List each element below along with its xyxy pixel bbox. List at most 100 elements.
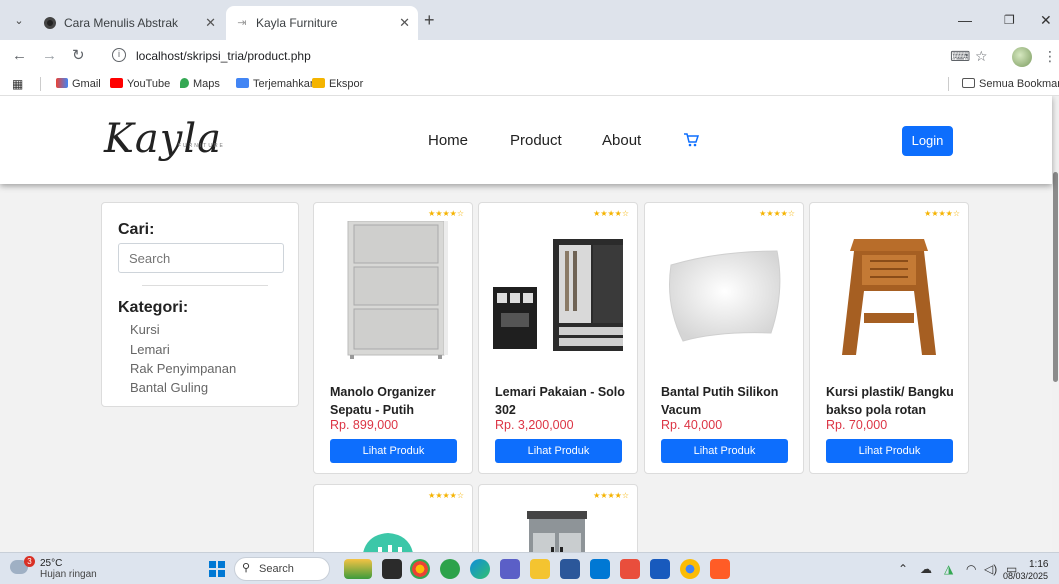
outlook-icon[interactable] — [590, 559, 610, 579]
bookmarks-bar: ▦ Gmail YouTube Maps Terjemahkan Ekspor … — [0, 72, 1059, 96]
reload-icon[interactable]: ↻ — [72, 46, 85, 66]
login-button[interactable]: Login — [902, 126, 953, 156]
bookmark-youtube[interactable]: YouTube — [110, 76, 170, 92]
rating-stars: ★★★★☆ — [759, 209, 795, 218]
product-card: ★★★★☆ — [313, 484, 473, 552]
bookmark-terjemahkan[interactable]: Terjemahkan — [236, 76, 316, 92]
close-tab-icon[interactable]: ✕ — [399, 6, 410, 40]
sublime-icon[interactable] — [710, 559, 730, 579]
restore-icon[interactable]: ❐ — [1004, 10, 1015, 30]
product-name[interactable]: Kursi plastik/ Bangku bakso pola rotan — [826, 383, 958, 419]
teams-icon[interactable] — [500, 559, 520, 579]
product-image[interactable] — [824, 221, 954, 359]
rating-stars: ★★★★☆ — [428, 491, 464, 500]
tab-kayla-furniture[interactable]: ⇥ Kayla Furniture ✕ — [226, 6, 418, 40]
tab-favicon-icon: ⇥ — [237, 17, 247, 29]
maps-pin-icon — [180, 78, 189, 88]
site-navbar: Kayla FURNITURE Home Product About Login — [0, 96, 1052, 184]
back-arrow-icon[interactable]: ← — [12, 46, 27, 66]
bookmark-divider — [40, 77, 41, 91]
store-icon[interactable] — [560, 559, 580, 579]
all-bookmarks-button[interactable]: Semua Bookmark — [962, 76, 1059, 92]
weather-badge: 3 — [24, 556, 35, 567]
profile-avatar[interactable] — [1012, 47, 1032, 67]
close-window-icon[interactable]: ✕ — [1040, 10, 1052, 30]
bookmark-maps[interactable]: Maps — [180, 76, 220, 92]
product-image[interactable] — [493, 503, 623, 552]
category-rak-penyimpanan[interactable]: Rak Penyimpanan — [130, 361, 236, 376]
product-price: Rp. 899,000 — [330, 418, 399, 432]
view-product-button[interactable]: Lihat Produk — [495, 439, 622, 463]
translate-icon — [236, 78, 249, 88]
search-input[interactable] — [118, 243, 284, 273]
product-card: ★★★★☆ Bantal Putih Silikon Vacum Rp. 40,… — [644, 202, 804, 474]
weather-temperature[interactable]: 25°C — [40, 558, 62, 569]
onedrive-icon[interactable]: ☁ — [920, 562, 932, 576]
cart-icon[interactable] — [683, 133, 699, 147]
chrome-icon[interactable] — [410, 559, 430, 579]
tab-title: Cara Menulis Abstrak — [64, 16, 179, 30]
ekspor-icon — [312, 78, 325, 88]
clock-date[interactable]: 08/03/2025 — [1003, 571, 1048, 582]
close-tab-icon[interactable]: ✕ — [205, 6, 216, 40]
site-logo[interactable]: Kayla — [104, 116, 222, 162]
translate-icon[interactable]: ⌨ — [950, 46, 970, 66]
clock-time[interactable]: 1:16 — [1029, 559, 1048, 570]
site-info-icon[interactable]: i — [112, 48, 126, 62]
bookmark-ekspor[interactable]: Ekspor — [312, 76, 363, 92]
windows-start-icon[interactable] — [209, 561, 225, 577]
widgets-icon[interactable] — [344, 559, 372, 579]
product-name[interactable]: Lemari Pakaian - Solo 302 — [495, 383, 627, 419]
sidebar-divider — [142, 285, 268, 286]
url-text[interactable]: localhost/skripsi_tria/product.php — [136, 49, 311, 63]
tab-cara-menulis-abstrak[interactable]: Cara Menulis Abstrak ✕ — [34, 6, 224, 40]
view-product-button[interactable]: Lihat Produk — [826, 439, 953, 463]
tab-search-chevron-icon[interactable]: ⌄ — [8, 10, 30, 32]
scrollbar-thumb[interactable] — [1053, 172, 1058, 382]
bookmark-divider — [948, 77, 949, 91]
omnibox[interactable]: i localhost/skripsi_tria/product.php — [102, 44, 930, 70]
weather-description[interactable]: Hujan ringan — [40, 569, 97, 580]
product-image[interactable] — [328, 221, 458, 359]
bookmark-label: Semua Bookmark — [979, 78, 1059, 90]
new-tab-button[interactable]: + — [424, 10, 435, 30]
word-icon[interactable] — [650, 559, 670, 579]
product-image[interactable] — [493, 221, 623, 359]
category-kursi[interactable]: Kursi — [130, 322, 160, 337]
product-price: Rp. 3,200,000 — [495, 418, 574, 432]
wifi-icon[interactable]: ◠ — [966, 562, 976, 576]
product-image[interactable] — [659, 221, 789, 359]
product-name[interactable]: Bantal Putih Silikon Vacum — [661, 383, 793, 419]
rating-stars: ★★★★☆ — [593, 491, 629, 500]
product-price: Rp. 40,000 — [661, 418, 723, 432]
bookmark-star-icon[interactable]: ☆ — [975, 46, 988, 66]
chrome-profile-icon[interactable] — [680, 559, 700, 579]
edge-icon[interactable] — [470, 559, 490, 579]
forward-arrow-icon[interactable]: → — [42, 46, 57, 66]
kebab-menu-icon[interactable]: ⋮ — [1043, 46, 1057, 66]
minimize-icon[interactable]: — — [958, 10, 972, 30]
nav-home[interactable]: Home — [428, 132, 468, 149]
nav-product[interactable]: Product — [510, 132, 562, 149]
whatsapp-icon[interactable] — [440, 559, 460, 579]
category-bantal-guling[interactable]: Bantal Guling — [130, 380, 208, 395]
task-view-icon[interactable] — [382, 559, 402, 579]
web-page: Kayla FURNITURE Home Product About Login… — [0, 96, 1059, 552]
apps-grid-icon[interactable]: ▦ — [12, 76, 23, 92]
nav-about[interactable]: About — [602, 132, 641, 149]
file-explorer-icon[interactable] — [530, 559, 550, 579]
site-logo-subtitle: FURNITURE — [178, 143, 225, 149]
volume-icon[interactable]: ◁) — [984, 562, 997, 576]
product-name[interactable]: Manolo Organizer Sepatu - Putih — [330, 383, 462, 419]
bookmark-gmail[interactable]: Gmail — [56, 76, 101, 92]
google-drive-icon[interactable]: ◮ — [944, 562, 953, 576]
view-product-button[interactable]: Lihat Produk — [661, 439, 788, 463]
address-bar-row: ← → ↻ i localhost/skripsi_tria/product.p… — [0, 40, 1059, 72]
category-lemari[interactable]: Lemari — [130, 342, 170, 357]
product-image[interactable] — [328, 503, 458, 552]
office-icon[interactable] — [620, 559, 640, 579]
view-product-button[interactable]: Lihat Produk — [330, 439, 457, 463]
tray-chevron-up-icon[interactable]: ⌃ — [898, 562, 908, 576]
bookmark-label: YouTube — [127, 78, 171, 90]
windows-taskbar: 3 25°C Hujan ringan Search ⚲ ⌃ ☁ ◮ ◠ ◁) … — [0, 552, 1059, 584]
